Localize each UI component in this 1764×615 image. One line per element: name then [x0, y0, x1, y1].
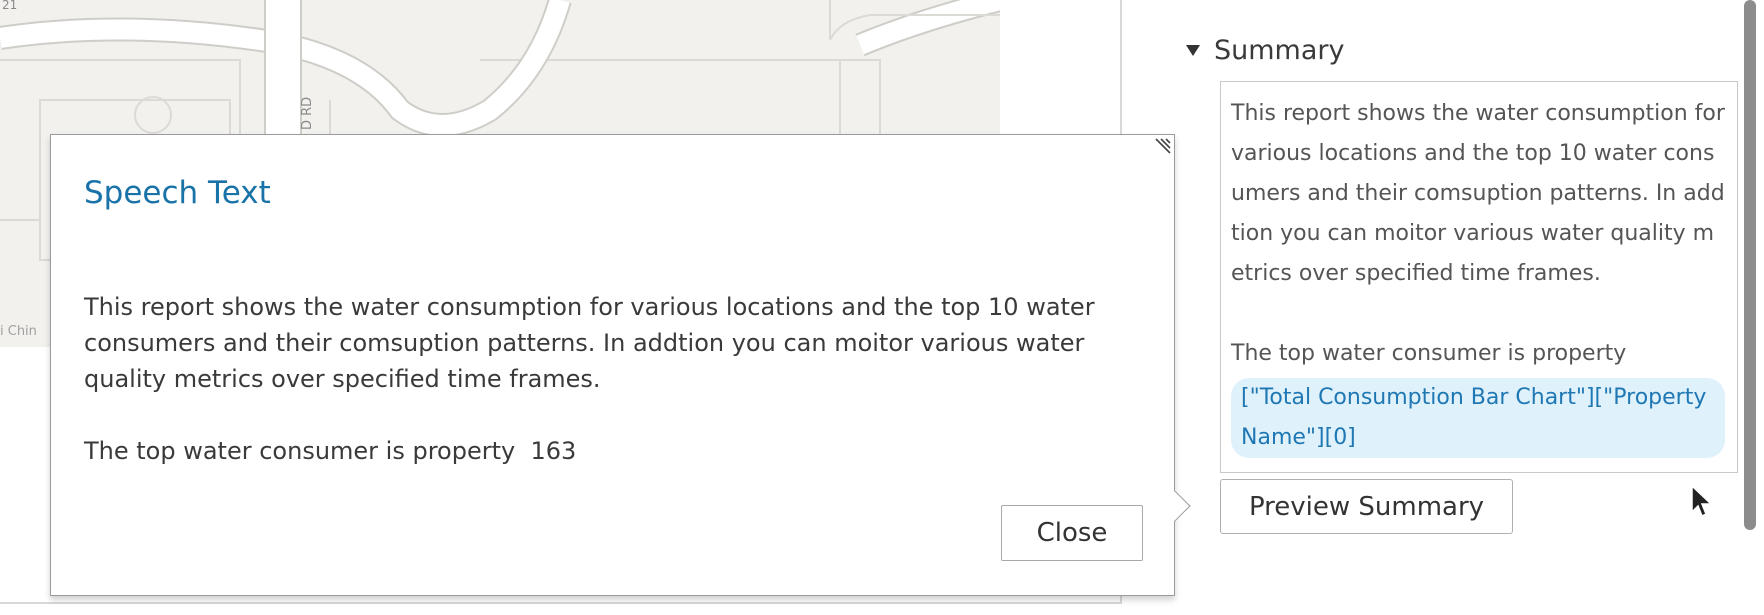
right-panel: Summary This report shows the water cons… [1142, 0, 1756, 615]
popup-body: This report shows the water consumption … [84, 289, 1154, 469]
mouse-pointer-icon [1691, 484, 1713, 518]
speech-text-popup: Speech Text This report shows the water … [50, 134, 1191, 596]
summary-consumer-prefix: The top water consumer is property [1231, 341, 1627, 366]
summary-paragraph: This report shows the water consumption … [1231, 101, 1725, 286]
close-button[interactable]: Close [1001, 505, 1143, 561]
summary-text-editor[interactable]: This report shows the water consumption … [1220, 81, 1738, 473]
road-label: D RD [300, 96, 315, 130]
triangle-down-icon [1186, 44, 1200, 56]
preview-summary-button[interactable]: Preview Summary [1220, 479, 1513, 534]
summary-blank-line [1231, 294, 1725, 334]
popup-title: Speech Text [84, 175, 271, 211]
panel-scrollbar[interactable] [1744, 0, 1756, 530]
data-token[interactable]: ["Total Consumption Bar Chart"]["Propert… [1231, 378, 1725, 458]
popup-consumer-line: The top water consumer is property 163 [84, 437, 577, 465]
summary-title: Summary [1214, 34, 1345, 66]
resize-handle-icon[interactable] [1154, 137, 1172, 155]
summary-section-toggle[interactable]: Summary [1186, 30, 1344, 70]
map-corner-label: 21 [2, 0, 18, 12]
map-attribution: i Chin [0, 324, 37, 339]
popup-blank-line [84, 397, 1154, 433]
popup-paragraph: This report shows the water consumption … [84, 293, 1095, 393]
